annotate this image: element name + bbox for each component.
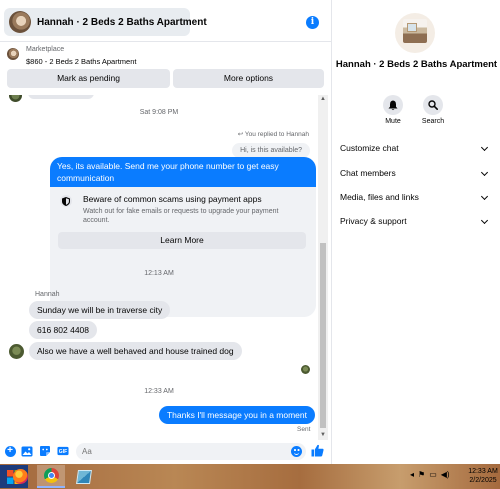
outgoing-message[interactable]: Yes, its available. Send me your phone n… bbox=[50, 157, 316, 187]
emoji-icon[interactable] bbox=[291, 446, 302, 457]
incoming-message[interactable]: Also we have a well behaved and house tr… bbox=[29, 342, 242, 360]
mute-button[interactable]: Mute bbox=[378, 95, 408, 125]
menu-label: Media, files and links bbox=[340, 192, 419, 202]
conversation-title-button[interactable]: Hannah · 2 Beds 2 Baths Apartment bbox=[4, 8, 207, 36]
timestamp: 12:13 AM bbox=[144, 270, 174, 277]
timestamp: 12:33 AM bbox=[144, 388, 174, 395]
outgoing-message[interactable]: Thanks I'll message you in a moment bbox=[158, 406, 315, 424]
scroll-up-arrow-icon[interactable]: ▲ bbox=[318, 95, 328, 104]
plus-icon[interactable]: + bbox=[4, 445, 16, 457]
system-tray: ◂ ⚑ ▭ ◀) bbox=[410, 470, 450, 479]
message-input[interactable] bbox=[76, 443, 306, 460]
outgoing-message-card: Yes, its available. Send me your phone n… bbox=[50, 157, 316, 317]
chat-header: Hannah · 2 Beds 2 Baths Apartment i bbox=[0, 0, 331, 40]
menu-chat-members[interactable]: Chat members bbox=[332, 162, 500, 184]
search-button[interactable]: Search bbox=[418, 95, 448, 125]
svg-text:GIF: GIF bbox=[59, 449, 67, 455]
avatar bbox=[9, 95, 22, 102]
message-status: Sent bbox=[297, 426, 311, 433]
listing-thumbnail bbox=[7, 48, 19, 60]
search-label: Search bbox=[421, 118, 445, 125]
firefox-icon[interactable] bbox=[6, 465, 34, 488]
menu-label: Customize chat bbox=[340, 143, 399, 153]
network-icon[interactable]: ▭ bbox=[429, 470, 437, 479]
info-icon[interactable]: i bbox=[306, 16, 319, 29]
reply-note-text: You replied to Hannah bbox=[244, 131, 309, 138]
message-composer: + GIF bbox=[0, 440, 331, 464]
clock-date: 2/2/2025 bbox=[469, 477, 497, 484]
chat-panel: Hannah · 2 Beds 2 Baths Apartment i Mark… bbox=[0, 0, 331, 464]
timestamp: Sat 9:08 PM bbox=[139, 109, 179, 116]
show-hidden-icons-icon[interactable]: ◂ bbox=[410, 470, 414, 479]
mark-as-pending-button[interactable]: Mark as pending bbox=[7, 69, 170, 88]
menu-media-files-links[interactable]: Media, files and links bbox=[332, 186, 500, 208]
quoted-message[interactable]: Hi, is this available? bbox=[232, 143, 310, 158]
details-title: Hannah · 2 Beds 2 Baths Apartment bbox=[335, 59, 498, 70]
message-bubble bbox=[28, 95, 94, 99]
seen-indicator-avatar bbox=[301, 365, 310, 374]
listing-title[interactable]: $860 - 2 Beds 2 Baths Apartment bbox=[26, 57, 137, 66]
reply-arrow-icon: ↩ bbox=[237, 131, 245, 138]
menu-label: Chat members bbox=[340, 168, 396, 178]
gif-icon[interactable]: GIF bbox=[57, 445, 69, 457]
incoming-message[interactable]: Sunday we will be in traverse city bbox=[29, 301, 171, 319]
menu-customize-chat[interactable]: Customize chat bbox=[332, 137, 500, 159]
chevron-down-icon bbox=[480, 192, 489, 201]
scrollbar[interactable]: ▲ ▼ bbox=[318, 95, 328, 440]
bell-icon bbox=[383, 95, 403, 115]
thumbs-up-icon[interactable] bbox=[311, 444, 324, 457]
conversation-title: Hannah · 2 Beds 2 Baths Apartment bbox=[37, 16, 207, 28]
chevron-down-icon bbox=[480, 143, 489, 152]
chrome-icon[interactable] bbox=[37, 465, 65, 488]
menu-privacy-support[interactable]: Privacy & support bbox=[332, 210, 500, 232]
menu-label: Privacy & support bbox=[340, 216, 407, 226]
volume-icon[interactable]: ◀) bbox=[441, 470, 450, 479]
more-options-button[interactable]: More options bbox=[173, 69, 324, 88]
flag-icon[interactable]: ⚑ bbox=[418, 470, 425, 479]
sender-name: Hannah bbox=[35, 291, 60, 298]
incoming-message[interactable]: 616 802 4408 bbox=[29, 321, 97, 339]
taskbar: ◂ ⚑ ▭ ◀) 12:33 AM 2/2/2025 bbox=[0, 464, 500, 489]
reply-note: ↩ You replied to Hannah bbox=[238, 130, 309, 138]
listing-photo bbox=[395, 13, 435, 53]
marketplace-bar: Marketplace $860 - 2 Beds 2 Baths Apartm… bbox=[0, 41, 331, 95]
conversation-details-panel: Hannah · 2 Beds 2 Baths Apartment Mute S… bbox=[331, 0, 500, 464]
avatar[interactable] bbox=[9, 344, 24, 359]
message-list[interactable]: Sat 9:08 PM ↩ You replied to Hannah Hi, … bbox=[0, 95, 331, 440]
system-clock[interactable]: 12:33 AM 2/2/2025 bbox=[466, 467, 500, 485]
scam-warning-subtitle: Watch out for fake emails or requests to… bbox=[83, 208, 279, 224]
chevron-down-icon bbox=[480, 216, 489, 225]
clock-time: 12:33 AM bbox=[468, 468, 498, 475]
contact-avatar bbox=[9, 11, 31, 33]
shield-icon bbox=[60, 195, 72, 207]
scroll-down-arrow-icon[interactable]: ▼ bbox=[318, 431, 328, 440]
mute-label: Mute bbox=[385, 118, 401, 125]
search-icon bbox=[423, 95, 443, 115]
marketplace-label: Marketplace bbox=[26, 46, 65, 53]
notes-app-icon[interactable] bbox=[70, 465, 98, 488]
learn-more-button[interactable]: Learn More bbox=[58, 232, 306, 249]
chevron-down-icon bbox=[480, 168, 489, 177]
sticker-icon[interactable] bbox=[39, 445, 51, 457]
scam-warning-title: Beware of common scams using payment app… bbox=[83, 194, 262, 204]
photo-icon[interactable] bbox=[21, 445, 33, 457]
scrollbar-thumb[interactable] bbox=[320, 243, 326, 428]
